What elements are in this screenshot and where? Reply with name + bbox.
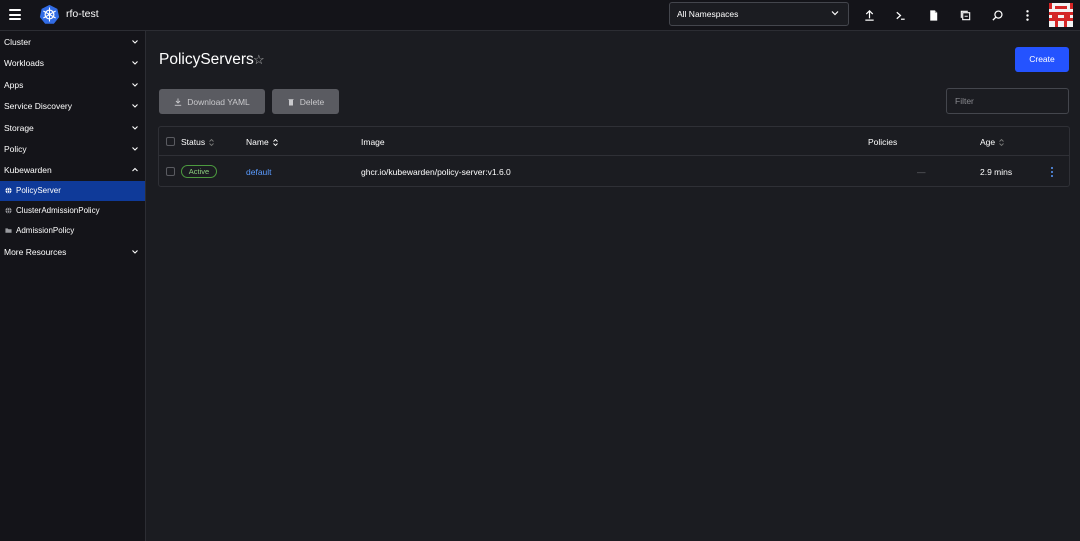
column-header-label: Image: [361, 137, 385, 147]
chevron-down-icon: [132, 82, 138, 87]
nav-group-label: Workloads: [4, 58, 44, 69]
sidebar-item-label: AdmissionPolicy: [16, 225, 75, 235]
image-cell: ghcr.io/kubewarden/policy-server:v1.6.0: [361, 167, 511, 177]
download-yaml-label: Download YAML: [187, 96, 250, 107]
nav-group-label: More Resources: [4, 246, 67, 257]
chevron-down-icon: [132, 40, 138, 44]
nav-group-kubewarden[interactable]: Kubewarden: [0, 159, 145, 180]
menu-icon[interactable]: [9, 9, 21, 21]
chevron-down-icon: [132, 249, 138, 254]
nav-group-label: Storage: [4, 122, 34, 133]
sidebar-item-policyserver[interactable]: PolicyServer: [0, 180, 145, 201]
delete-label: Delete: [299, 96, 325, 107]
sidebar-item-label: ClusterAdmissionPolicy: [16, 205, 100, 215]
sort-icon: [999, 138, 1004, 146]
policy-server-name-link[interactable]: default: [246, 167, 272, 177]
nav-group-service-discovery[interactable]: Service Discovery: [0, 95, 145, 116]
nav-group-workloads[interactable]: Workloads: [0, 52, 145, 73]
star-icon[interactable]: ☆: [253, 52, 265, 68]
chevron-down-icon: [132, 61, 138, 66]
nav-group-label: Kubewarden: [4, 165, 52, 176]
chevron-down-icon: [132, 147, 138, 151]
policies-cell: —: [917, 167, 926, 177]
folder-icon: [5, 228, 12, 233]
cluster-name[interactable]: rfo-test: [66, 8, 99, 20]
copy-icon[interactable]: [955, 5, 975, 25]
column-header-status[interactable]: Status: [181, 137, 215, 147]
more-vert-icon[interactable]: [1017, 5, 1037, 25]
download-icon: [175, 98, 182, 106]
nav-group-policy[interactable]: Policy: [0, 138, 145, 159]
namespace-select-value: All Namespaces: [677, 9, 739, 19]
terminal-icon[interactable]: [890, 5, 910, 25]
nav-group-cluster[interactable]: Cluster: [0, 31, 145, 52]
globe-icon: [5, 206, 12, 214]
status-badge: Active: [181, 165, 217, 178]
delete-button[interactable]: Delete: [272, 89, 339, 114]
namespace-select[interactable]: All Namespaces: [669, 2, 849, 26]
nav-group-storage[interactable]: Storage: [0, 117, 145, 138]
sort-icon: [209, 138, 214, 146]
sidebar-nav: Cluster Workloads Apps Service Discovery…: [0, 31, 146, 541]
row-checkbox[interactable]: [166, 167, 175, 176]
globe-icon: [5, 186, 12, 194]
main-content: PolicyServers ☆ Create Download YAML Del…: [146, 31, 1080, 541]
column-header-label: Policies: [868, 137, 898, 147]
column-header-age[interactable]: Age: [980, 137, 1005, 147]
top-header: rfo-test All Namespaces: [0, 0, 1080, 31]
policy-servers-table: Status Name Image Policies Age Active de…: [158, 126, 1070, 187]
file-icon[interactable]: [923, 5, 943, 25]
chevron-up-icon: [132, 168, 138, 172]
column-header-label: Status: [181, 137, 206, 147]
select-all-checkbox[interactable]: [166, 137, 175, 146]
chevron-down-icon: [831, 11, 839, 16]
table-row[interactable]: Active default ghcr.io/kubewarden/policy…: [159, 157, 1069, 187]
age-cell: 2.9 mins: [980, 167, 1013, 177]
trash-icon: [288, 98, 294, 105]
table-header: Status Name Image Policies Age: [159, 127, 1069, 156]
column-header-image: Image: [361, 137, 385, 147]
nav-group-apps[interactable]: Apps: [0, 74, 145, 95]
filter-input[interactable]: [946, 88, 1069, 114]
column-header-policies: Policies: [868, 137, 897, 147]
sidebar-item-admissionpolicy[interactable]: AdmissionPolicy: [0, 221, 145, 241]
upload-icon[interactable]: [859, 5, 879, 25]
page-title: PolicyServers: [159, 51, 254, 68]
sort-icon: [272, 138, 278, 146]
row-actions-icon[interactable]: [1049, 166, 1055, 178]
column-header-label: Age: [980, 137, 996, 147]
nav-group-label: Apps: [4, 79, 24, 90]
column-header-name[interactable]: Name: [246, 137, 279, 147]
nav-group-more-resources[interactable]: More Resources: [0, 241, 145, 262]
kubernetes-logo-icon: [39, 4, 60, 24]
download-yaml-button[interactable]: Download YAML: [159, 89, 265, 114]
nav-group-label: Cluster: [4, 37, 31, 47]
nav-group-label: Policy: [4, 143, 27, 154]
user-avatar[interactable]: [1049, 3, 1073, 27]
chevron-down-icon: [132, 125, 138, 130]
sidebar-item-label: PolicyServer: [16, 185, 61, 195]
nav-group-label: Service Discovery: [4, 101, 73, 112]
create-button[interactable]: Create: [1015, 47, 1069, 72]
chevron-down-icon: [132, 104, 138, 108]
sidebar-item-clusteradmissionpolicy[interactable]: ClusterAdmissionPolicy: [0, 201, 145, 221]
column-header-label: Name: [246, 137, 269, 147]
search-icon[interactable]: [987, 5, 1007, 25]
